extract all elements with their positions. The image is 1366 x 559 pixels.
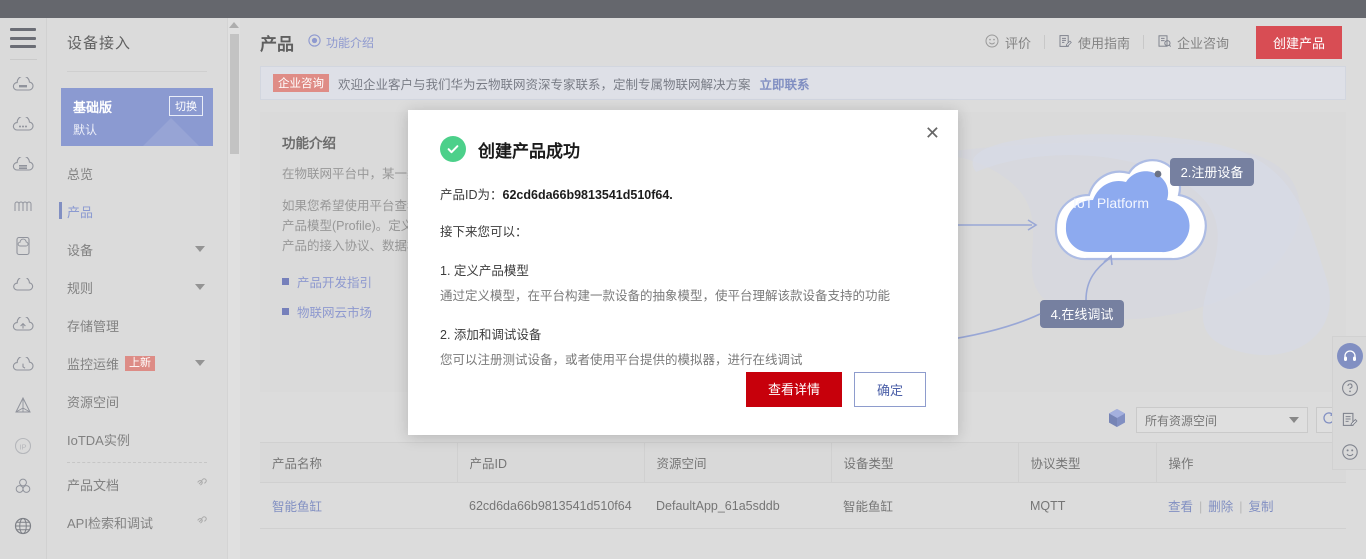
create-product-success-modal: ✕ 创建产品成功 产品ID为：62cd6da66b9813541d510f64.… — [408, 110, 958, 435]
step-2-title: 2. 添加和调试设备 — [440, 328, 542, 342]
modal-step-2: 2. 添加和调试设备 您可以注册测试设备，或者使用平台提供的模拟器，进行在线调试 — [440, 324, 926, 368]
step-1-title: 1. 定义产品模型 — [440, 264, 529, 278]
product-id-label: 产品ID为： — [440, 188, 503, 202]
app-root: IP 设备接入 基础版 默认 切换 总览 产品 设备 规则 存储管理 监控运维 … — [0, 0, 1366, 559]
product-id-row: 产品ID为：62cd6da66b9813541d510f64. — [440, 184, 926, 203]
modal-step-1: 1. 定义产品模型 通过定义模型，在平台构建一款设备的抽象模型，使平台理解该款设… — [440, 260, 926, 304]
confirm-button[interactable]: 确定 — [853, 372, 926, 407]
step-2-desc: 您可以注册测试设备，或者使用平台提供的模拟器，进行在线调试 — [440, 353, 803, 367]
product-id-value: 62cd6da66b9813541d510f64. — [502, 188, 673, 202]
view-details-button[interactable]: 查看详情 — [745, 372, 842, 407]
next-steps-label: 接下来您可以： — [440, 225, 528, 239]
close-icon[interactable]: ✕ — [925, 124, 940, 142]
modal-header: 创建产品成功 — [440, 136, 926, 162]
modal-title: 创建产品成功 — [478, 141, 580, 161]
modal-actions: 查看详情 确定 — [745, 372, 926, 407]
step-1-desc: 通过定义模型，在平台构建一款设备的抽象模型，使平台理解该款设备支持的功能 — [440, 289, 891, 303]
check-circle-icon — [440, 136, 466, 162]
